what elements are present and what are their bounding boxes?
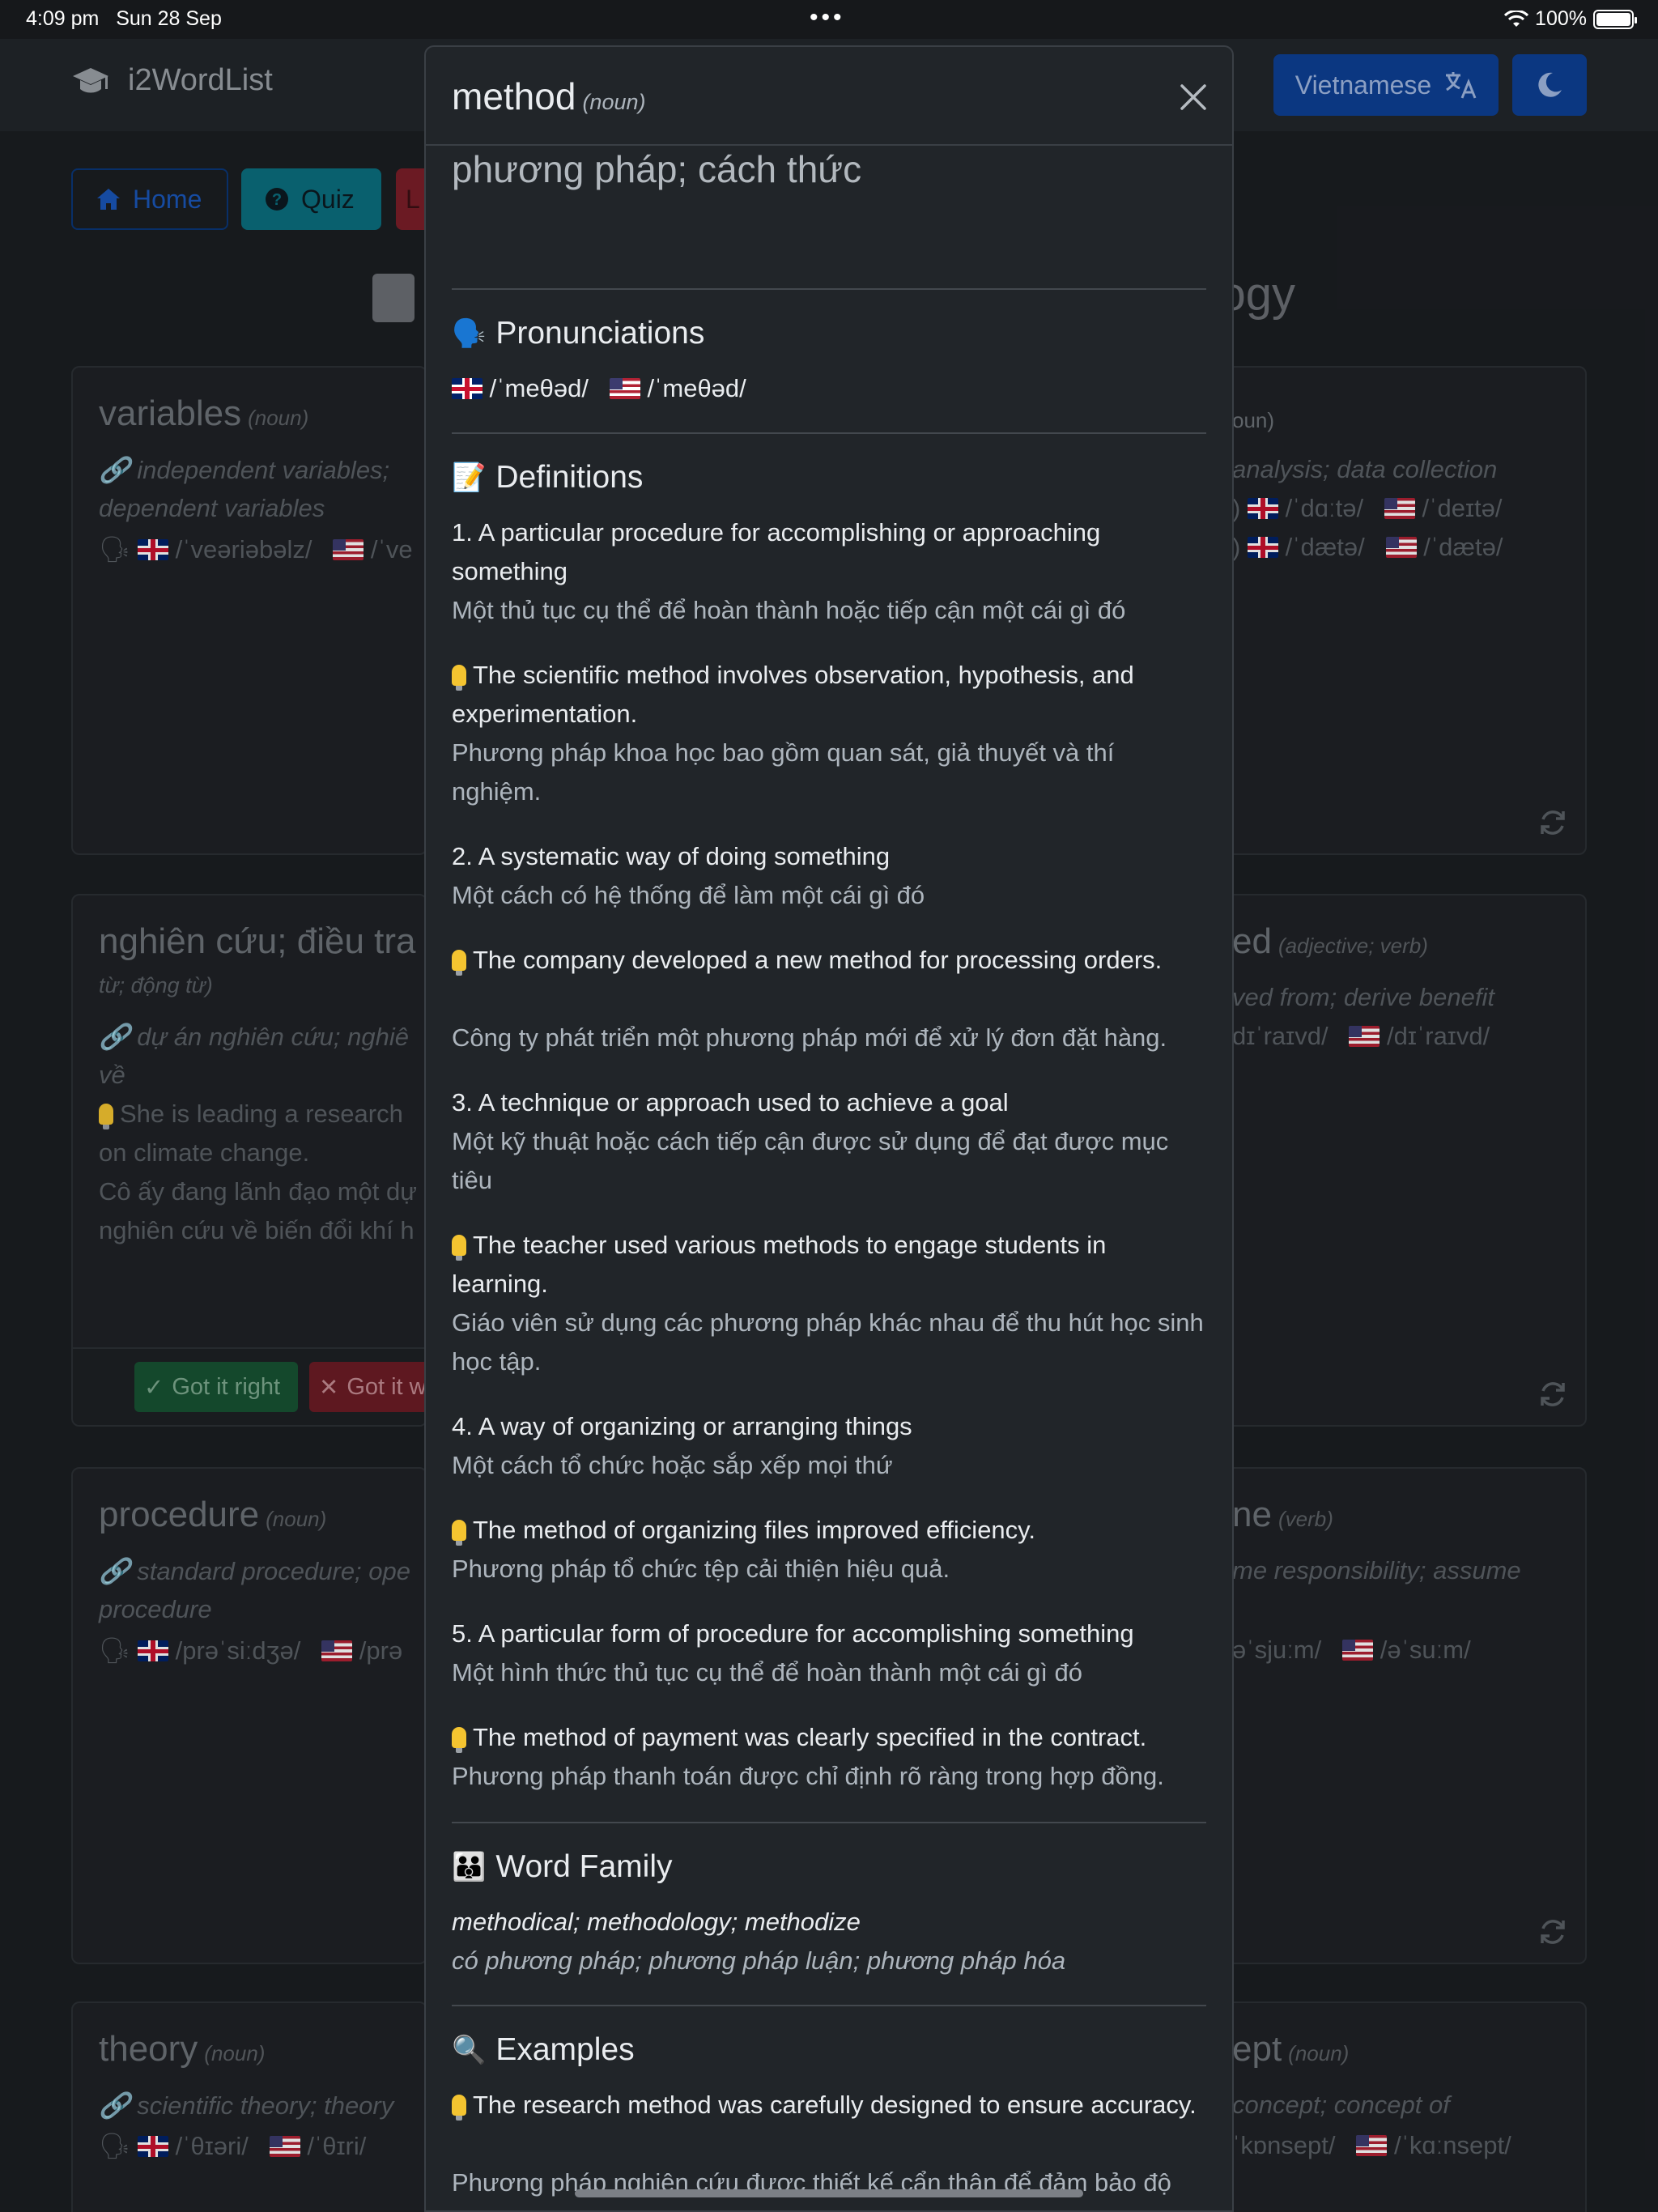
definition-1: 1. A particular procedure for accomplish… [452,518,1101,585]
word-family-list: methodical; methodology; methodize [452,1908,861,1936]
definition-1-vi: Một thủ tục cụ thể để hoàn thành hoặc ti… [452,596,1126,624]
family-icon: 👪 [452,1852,487,1882]
magnifier-icon: 🔍 [452,2035,487,2065]
definition-3-vi: Một kỹ thuật hoặc cách tiếp cận được sử … [452,1127,1169,1194]
lightbulb-icon [452,2095,466,2121]
pron-us: /ˈmeθəd/ [647,374,746,402]
lightbulb-icon [452,1727,466,1753]
definition-1-example: The scientific method involves observati… [452,661,1134,728]
definition-2-vi: Một cách có hệ thống để làm một cái gì đ… [452,881,925,909]
definition-2-example-vi: Công ty phát triển một phương pháp mới đ… [452,1023,1167,1052]
battery-icon [1593,9,1637,29]
pron-uk: /ˈmeθəd/ [489,374,589,402]
uk-flag-icon [452,378,483,399]
definition-2-example: The company developed a new method for p… [452,941,1206,980]
home-indicator[interactable] [575,2189,1083,2197]
pronunciation-line: /ˈmeθəd/ /ˈmeθəd/ [452,369,1206,408]
definition-3: 3. A technique or approach used to achie… [452,1088,1009,1117]
definition-4-example-vi: Phương pháp tổ chức tệp cải thiện hiệu q… [452,1555,950,1583]
definition-3-example: The teacher used various methods to enga… [452,1231,1107,1298]
status-time: 4:09 pm Sun 28 Sep [26,7,222,30]
example-sentence: The research method was carefully design… [452,2086,1206,2125]
speaking-head-icon: 🗣️ [452,318,487,349]
definition-4: 4. A way of organizing or arranging thin… [452,1412,912,1440]
definition-5-example: The method of payment was clearly specif… [452,1718,1206,1757]
modal-pos: (noun) [582,90,646,114]
definition-1-example-vi: Phương pháp khoa học bao gồm quan sát, g… [452,738,1115,806]
word-family-vi: có phương pháp; phương pháp luận; phương… [452,1946,1066,1975]
definitions-heading: 📝 Definitions [452,460,644,495]
wifi-icon [1504,10,1529,27]
definition-3-example-vi: Giáo viên sử dụng các phương pháp khác n… [452,1308,1204,1376]
word-detail-modal: method (noun) phương pháp; cách thức 🗣️ P… [424,45,1234,2212]
close-icon[interactable] [1177,81,1209,113]
modal-header: method (noun) [426,47,1232,146]
word-family-heading: 👪 Word Family [452,1849,673,1884]
modal-title: method (noun) [452,74,645,118]
lightbulb-icon [452,1520,466,1546]
divider [452,1822,1206,1823]
lightbulb-icon [452,1235,466,1261]
divider [452,2005,1206,2006]
status-bar: 4:09 pm Sun 28 Sep ••• 100% [0,0,1658,39]
modal-word: method [452,75,576,117]
pronunciations-heading: 🗣️ Pronunciations [452,316,705,351]
us-flag-icon [609,378,640,399]
definition-4-vi: Một cách tổ chức hoặc sắp xếp mọi thứ [452,1451,893,1479]
memo-icon: 📝 [452,462,487,493]
example-sentence-vi: Phương pháp nghiên cứu được thiết kế cẩn… [452,2168,1171,2210]
lightbulb-icon [452,665,466,691]
modal-translation: phương pháp; cách thức [452,148,862,190]
definition-4-example: The method of organizing files improved … [452,1511,1206,1550]
battery-percentage: 100% [1535,7,1587,30]
definition-5-example-vi: Phương pháp thanh toán được chỉ định rõ … [452,1762,1164,1790]
definition-5: 5. A particular form of procedure for ac… [452,1619,1134,1648]
divider [452,288,1206,290]
definition-2: 2. A systematic way of doing something [452,842,891,870]
multitasking-dots-icon[interactable]: ••• [810,6,845,30]
divider [452,432,1206,434]
examples-heading: 🔍 Examples [452,2032,635,2067]
definition-5-vi: Một hình thức thủ tục cụ thể để hoàn thà… [452,1658,1083,1687]
lightbulb-icon [452,950,466,976]
